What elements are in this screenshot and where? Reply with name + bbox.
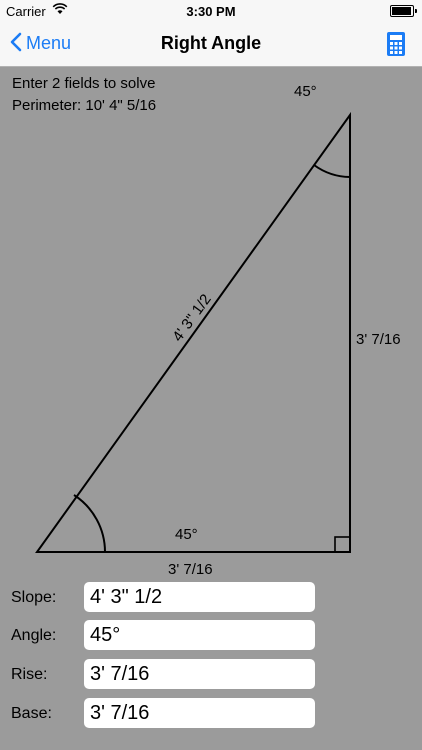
calculator-button[interactable]: [386, 31, 406, 62]
right-angle-marker: [334, 536, 351, 553]
angle-field[interactable]: 45°: [84, 620, 315, 650]
battery-icon: [390, 5, 417, 17]
top-angle-arc: [313, 164, 351, 178]
base-field-label: Base:: [11, 705, 52, 722]
slope-label: Slope:: [11, 589, 57, 606]
base-label: 3' 7/16: [168, 561, 213, 578]
page-title: Right Angle: [160, 33, 262, 53]
triangle-diagram: [35, 111, 351, 553]
rise-field[interactable]: 3' 7/16: [84, 659, 315, 689]
bottom-angle-label: 45°: [175, 526, 198, 543]
status-bar: Carrier 3:30 PM: [0, 0, 422, 22]
top-angle-label: 45°: [294, 83, 317, 100]
status-time: 3:30 PM: [186, 4, 236, 19]
slope-field[interactable]: 4' 3" 1/2: [84, 582, 315, 612]
navigation-bar: Menu Right Angle: [0, 22, 422, 67]
triangle-shape: [35, 111, 351, 553]
angle-label: Angle:: [11, 627, 57, 644]
calculator-icon: [387, 32, 405, 56]
rise-field-label: Rise:: [11, 666, 48, 683]
base-field[interactable]: 3' 7/16: [84, 698, 315, 728]
bottom-angle-arc: [73, 494, 106, 553]
rise-label: 3' 7/16: [356, 331, 401, 348]
